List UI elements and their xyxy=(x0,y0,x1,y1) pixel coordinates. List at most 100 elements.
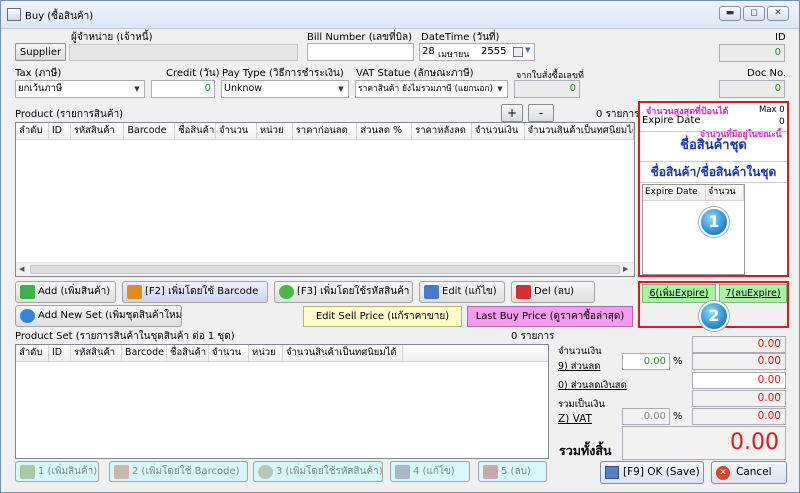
product-col-10[interactable]: จำนวนเงิน xyxy=(472,123,525,139)
close-button[interactable]: ✕ xyxy=(767,6,789,21)
paytype-select[interactable]: Unknow ▼ xyxy=(221,80,349,98)
add-expire-button[interactable]: 6(เพิ่มExpire) xyxy=(642,284,716,303)
set-name: ชื่อสินค้าชุด xyxy=(640,131,787,159)
from-order-field: 0 xyxy=(514,80,580,98)
calendar-icon[interactable] xyxy=(513,47,523,57)
product-col-11[interactable]: จำนวนสินค้าเป็นทศนิยมได้ xyxy=(525,123,634,139)
total-value: 0.00 xyxy=(692,390,786,407)
ok-save-label: [F9] OK (Save) xyxy=(623,466,700,478)
product-grid-scrollbar[interactable]: ◀ ▶ xyxy=(16,262,634,276)
minus-button[interactable]: - xyxy=(528,104,554,122)
delete-expire-button[interactable]: 7(ลบExpire) xyxy=(719,284,787,303)
vat-status-value: ราคาสินค้า ยังไม่รวมภาษี (แยกนอก) xyxy=(358,84,493,94)
product-set-col-1[interactable]: ID xyxy=(49,345,71,361)
product-set-col-7[interactable]: จำนวนสินค้าเป็นทศนิยมได้ xyxy=(283,345,403,361)
id-label: ID xyxy=(775,32,786,43)
vat-percent-sign: % xyxy=(673,411,683,422)
product-set-col-6[interactable]: หน่วย xyxy=(249,345,283,361)
plus-button[interactable]: + xyxy=(501,104,523,122)
edit-button[interactable]: Edit (แก้ไข) xyxy=(419,281,505,303)
chevron-down-icon[interactable]: ▼ xyxy=(525,46,530,54)
product-col-0[interactable]: ลำดับ xyxy=(16,123,49,139)
delete-x-icon xyxy=(483,465,498,479)
product-set-col-4[interactable]: ชื่อสินค้า xyxy=(167,345,209,361)
grand-total-value: 0.00 xyxy=(622,426,786,460)
ok-save-button[interactable]: [F9] OK (Save) xyxy=(600,461,704,484)
credit-label: Credit (วัน) xyxy=(166,68,220,79)
callout-badge-1: 1 xyxy=(699,207,729,237)
vat-label: Z) VAT xyxy=(558,413,592,425)
buy-window: Buy (ซื้อสินค้า) ▬ ◻ ✕ ผู้จำหน่าย (เจ้าห… xyxy=(0,0,800,493)
max-value: Max 0 xyxy=(759,105,785,115)
expire-grid[interactable]: Expire Date จำนวน 1 xyxy=(642,184,745,275)
supplier-button[interactable]: Supplier xyxy=(15,43,66,61)
scroll-left-icon[interactable]: ◀ xyxy=(19,265,24,273)
callout-badge-2: 2 xyxy=(699,301,729,331)
scroll-right-icon[interactable]: ▶ xyxy=(623,265,628,273)
product-col-1[interactable]: ID xyxy=(49,123,71,139)
product-col-9[interactable]: ราคาหลังลด xyxy=(412,123,472,139)
product-col-2[interactable]: รหัสสินค้า xyxy=(71,123,125,139)
tax-select[interactable]: ยกเว้นภาษี ▼ xyxy=(15,80,145,98)
supplier-label: ผู้จำหน่าย (เจ้าหนี้) xyxy=(71,32,153,43)
date-day: 28 xyxy=(422,46,435,57)
cancel-button[interactable]: ✕ Cancel xyxy=(711,461,787,484)
chevron-down-icon: ▼ xyxy=(134,85,140,93)
amount-value: 0.00 xyxy=(692,336,786,353)
expire-grid-header: Expire Date จำนวน xyxy=(643,185,744,201)
product-grid-header: ลำดับ ID รหัสสินค้า Barcode ชื่อสินค้า จำนวนห… xyxy=(16,123,634,140)
product-col-3[interactable]: Barcode xyxy=(124,123,176,139)
product-col-5[interactable]: จำนวน xyxy=(216,123,257,139)
scroll-thumb[interactable] xyxy=(30,265,620,274)
paytype-select-value: Unknow xyxy=(224,83,263,94)
set-product-code-button[interactable]: 3 (เพิ่มโดยใช้รหัสสินค้า) xyxy=(253,461,383,482)
add-set-icon xyxy=(20,309,35,323)
supplier-field[interactable] xyxy=(69,44,298,61)
f2-barcode-button[interactable]: [F2] เพิ่มโดยใช้ Barcode xyxy=(122,281,268,303)
set-barcode-button[interactable]: 2 (เพิ่มโดยใช้ Barcode) xyxy=(109,461,248,482)
vat-status-select[interactable]: ราคาสินค้า ยังไม่รวมภาษี (แยกนอก) ▼ xyxy=(355,80,508,98)
product-col-7[interactable]: ราคาก่อนลด xyxy=(293,123,358,139)
bill-number-input[interactable] xyxy=(307,43,414,61)
edit-sell-price-button[interactable]: Edit Sell Price (แก้ราคาขาย) xyxy=(303,306,462,327)
product-title: Product (รายการสินค้า) xyxy=(15,109,124,120)
grand-total-label: รวมทั้งสิ้น xyxy=(559,443,612,458)
product-grid[interactable]: ลำดับ ID รหัสสินค้า Barcode ชื่อสินค้า จำนวนห… xyxy=(15,122,635,277)
expire-panel: จำนวนสูงสุดที่ป้อนได้ Max 0 Expire Date … xyxy=(638,101,789,277)
add-circle-icon xyxy=(279,285,294,299)
set-delete-button[interactable]: 5 (ลบ) xyxy=(478,461,547,482)
cash-discount-input[interactable]: 0.00 xyxy=(692,372,786,389)
window-icon xyxy=(7,8,21,21)
set-delete-label: 5 (ลบ) xyxy=(501,466,531,477)
docno-field: 0 xyxy=(719,80,785,98)
set-add-button[interactable]: 1 (เพิ่มสินค้า) xyxy=(15,461,99,482)
product-col-6[interactable]: หน่วย xyxy=(257,123,293,139)
date-month: เมษายน xyxy=(438,50,470,60)
product-set-col-3[interactable]: Barcode xyxy=(122,345,167,361)
paytype-label: Pay Type (วิธีการชำระเงิน) xyxy=(222,68,344,79)
product-set-col-0[interactable]: ลำดับ xyxy=(16,345,49,361)
docno-label: Doc No. xyxy=(747,68,787,79)
chevron-down-icon: ▼ xyxy=(338,85,344,93)
set-edit-button[interactable]: 4 (แก้ไข) xyxy=(390,461,470,482)
discount-percent-input[interactable]: 0.00 xyxy=(622,353,670,370)
credit-input[interactable]: 0 xyxy=(151,80,215,98)
delete-label: Del (ลบ) xyxy=(534,286,575,297)
product-set-col-5[interactable]: จำนวน xyxy=(209,345,249,361)
minimize-button[interactable]: ▬ xyxy=(719,6,741,21)
delete-button[interactable]: Del (ลบ) xyxy=(511,281,595,303)
maximize-button[interactable]: ◻ xyxy=(743,6,765,21)
barcode-icon xyxy=(114,465,129,479)
f3-product-code-button[interactable]: [F3] เพิ่มโดยใช้รหัสสินค้า xyxy=(274,281,413,303)
cash-discount-label: 0) ส่วนลดเงินสด xyxy=(558,380,627,391)
product-set-col-2[interactable]: รหัสสินค้า xyxy=(71,345,122,361)
product-col-8[interactable]: ส่วนลด % xyxy=(357,123,413,139)
product-set-grid[interactable]: ลำดับ ID รหัสสินค้า Barcode ชื่อสินค้า จำนวนห… xyxy=(15,344,549,459)
tax-label: Tax (ภาษี) xyxy=(15,68,62,79)
add-product-button[interactable]: Add (เพิ่มสินค้า) xyxy=(15,281,116,303)
product-col-4[interactable]: ชื่อสินค้า xyxy=(175,123,217,139)
add-new-set-button[interactable]: Add New Set (เพิ่มชุดสินค้าใหม่) xyxy=(15,305,182,327)
date-picker[interactable]: 28 เมษายน 2555 ▼ xyxy=(419,43,535,61)
f2-barcode-label: [F2] เพิ่มโดยใช้ Barcode xyxy=(145,286,259,297)
last-buy-price-button[interactable]: Last Buy Price (ดูราคาซื้อล่าสุด) xyxy=(467,306,633,327)
